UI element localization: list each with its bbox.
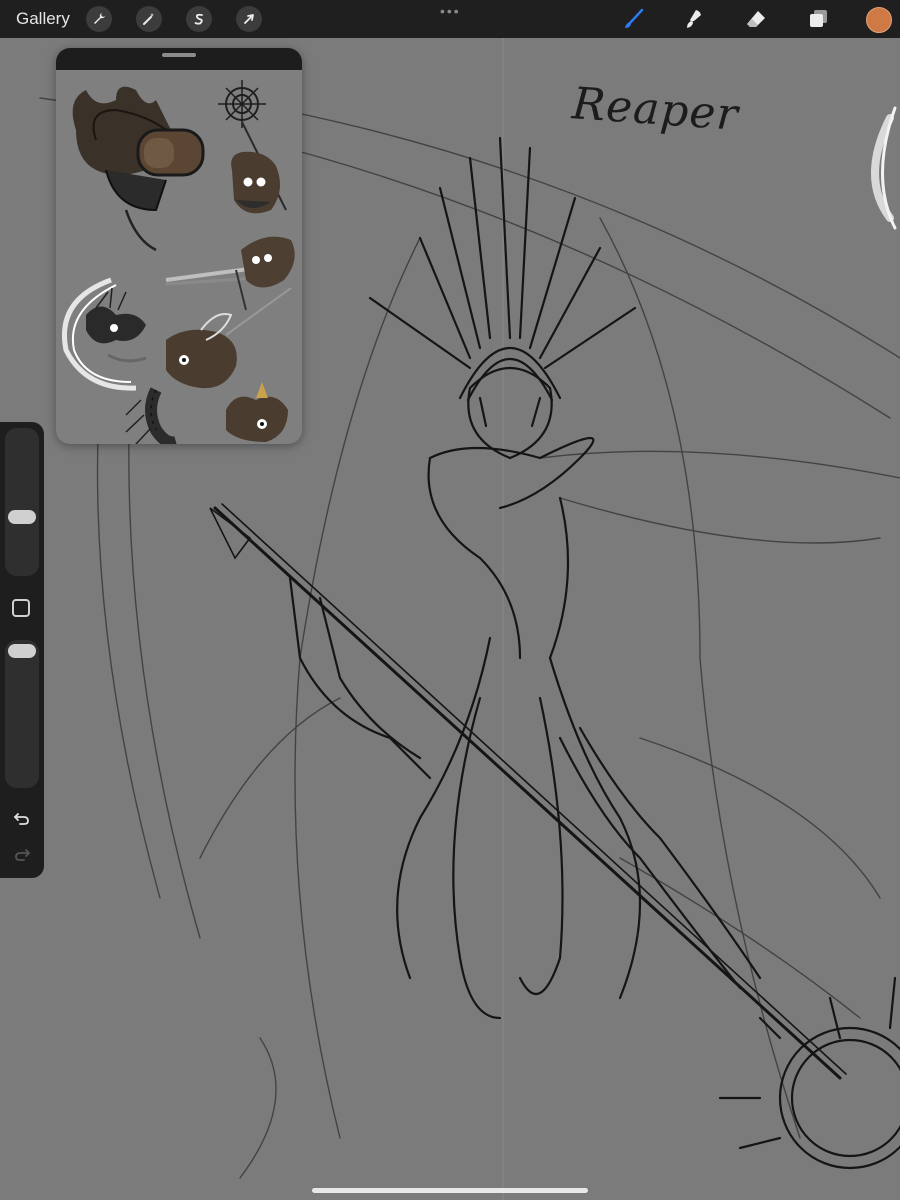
selection-s-icon [194,13,203,25]
redo-icon [15,849,31,861]
drag-handle[interactable] [162,53,196,57]
opacity-thumb[interactable] [8,644,36,658]
arrow-cursor-icon [244,14,254,24]
smudge-tool-button[interactable] [680,5,708,33]
brush-tool-button[interactable] [620,5,648,33]
home-indicator[interactable] [312,1188,588,1193]
adjustments-button[interactable] [136,6,162,32]
eraser-icon [747,11,765,27]
redo-button[interactable] [9,844,35,866]
transform-button[interactable] [236,6,262,32]
brush-size-slider[interactable] [5,428,39,576]
actions-button[interactable] [86,6,112,32]
opacity-slider[interactable] [5,640,39,788]
brush-icon [625,8,644,28]
magic-wand-icon [143,13,154,25]
gallery-button[interactable]: Gallery [16,9,70,29]
selection-button[interactable] [186,6,212,32]
modify-button[interactable] [12,599,30,617]
reference-window[interactable] [56,48,302,444]
reference-image [56,70,302,444]
reference-window-header[interactable] [56,48,302,70]
undo-icon [13,813,29,825]
brush-size-thumb[interactable] [8,510,36,524]
layers-tool-button[interactable] [804,5,832,33]
more-options-handle[interactable]: ••• [440,3,461,19]
procreate-app: Reaper Gallery ••• [0,0,900,1200]
eraser-tool-button[interactable] [742,5,770,33]
layers-icon [810,10,827,27]
color-picker-button[interactable] [866,7,892,33]
left-sidebar [0,422,44,878]
undo-button[interactable] [9,808,35,830]
wrench-icon [94,13,105,24]
smudge-icon [687,10,701,28]
top-toolbar: Gallery ••• [0,0,900,38]
